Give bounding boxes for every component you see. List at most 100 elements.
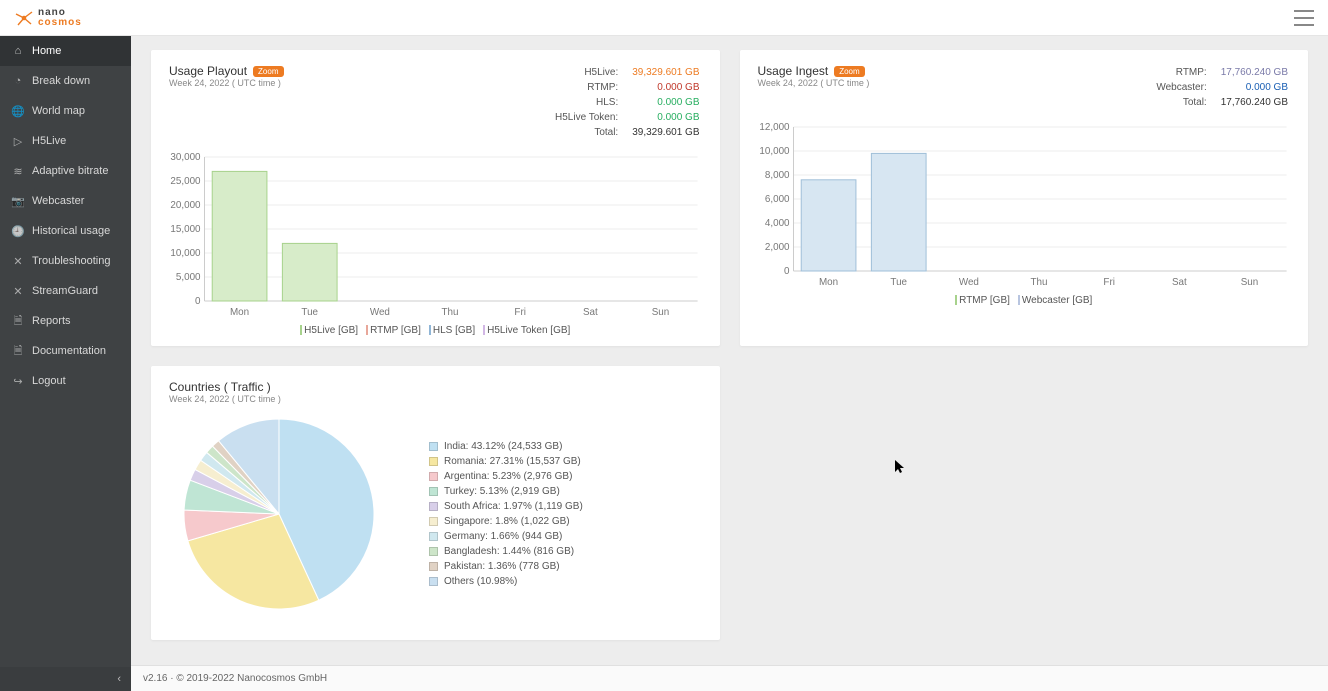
stat-label: H5Live Token: <box>543 111 618 124</box>
svg-text:Mon: Mon <box>230 307 249 318</box>
sidebar-item-world-map[interactable]: 🌐 World map <box>0 96 131 126</box>
pie-legend-item[interactable]: India: 43.12% (24,533 GB) <box>429 441 583 452</box>
sidebar-icon: 🌐 <box>12 105 24 117</box>
legend-item[interactable]: RTMP [GB] <box>366 325 421 336</box>
card-title-ingest: Usage Ingest Zoom <box>758 64 870 78</box>
pie-legend-item[interactable]: Argentina: 5.23% (2,976 GB) <box>429 471 583 482</box>
svg-text:6,000: 6,000 <box>764 194 789 205</box>
svg-text:0: 0 <box>195 296 201 307</box>
sidebar-item-label: Webcaster <box>32 195 84 207</box>
sidebar-item-label: Troubleshooting <box>32 255 110 267</box>
ingest-chart[interactable]: 02,0004,0006,0008,00010,00012,000MonTueW… <box>758 121 1291 291</box>
pie-legend-item[interactable]: Others (10.98%) <box>429 576 583 587</box>
pie-legend-item[interactable]: Romania: 27.31% (15,537 GB) <box>429 456 583 467</box>
svg-text:25,000: 25,000 <box>170 176 201 187</box>
legend-swatch-icon <box>429 577 438 586</box>
legend-label: Turkey: 5.13% (2,919 GB) <box>444 486 560 497</box>
sidebar-icon: ▷ <box>12 135 24 147</box>
card-usage-ingest: Usage Ingest Zoom Week 24, 2022 ( UTC ti… <box>740 50 1309 346</box>
sidebar-item-streamguard[interactable]: ✕StreamGuard <box>0 276 131 306</box>
legend-item[interactable]: H5Live Token [GB] <box>483 325 570 336</box>
sidebar-icon: ◔ <box>12 75 24 87</box>
sidebar-item-label: Adaptive bitrate <box>32 165 108 177</box>
svg-text:Sat: Sat <box>583 307 598 318</box>
sidebar-item-historical-usage[interactable]: 🕘 Historical usage <box>0 216 131 246</box>
sidebar-icon: ⌂ <box>12 45 24 57</box>
sidebar-item-reports[interactable]: 🗎Reports <box>0 306 131 336</box>
svg-text:10,000: 10,000 <box>759 146 790 157</box>
countries-pie-chart[interactable] <box>169 414 389 614</box>
svg-text:8,000: 8,000 <box>764 170 789 181</box>
playout-chart[interactable]: 05,00010,00015,00020,00025,00030,000MonT… <box>169 151 702 321</box>
pie-legend-item[interactable]: South Africa: 1.97% (1,119 GB) <box>429 501 583 512</box>
brand-mark-icon <box>14 8 34 28</box>
svg-text:30,000: 30,000 <box>170 152 201 163</box>
svg-text:Wed: Wed <box>958 277 978 288</box>
sidebar: ⌂ Home ◔Break down 🌐 World map ▷H5Live ≋ Adapti… <box>0 36 131 691</box>
svg-text:5,000: 5,000 <box>176 272 201 283</box>
legend-label: Germany: 1.66% (944 GB) <box>444 531 562 542</box>
sidebar-item-break-down[interactable]: ◔Break down <box>0 66 131 96</box>
stat-value: 0.000 GB <box>620 81 699 94</box>
legend-swatch-icon <box>429 502 438 511</box>
stat-label: Total: <box>1144 96 1206 109</box>
sidebar-icon: 🗎 <box>12 345 24 357</box>
stat-label: Total: <box>543 126 618 139</box>
pie-legend-item[interactable]: Turkey: 5.13% (2,919 GB) <box>429 486 583 497</box>
svg-text:Fri: Fri <box>1103 277 1114 288</box>
sidebar-item-logout[interactable]: ↪Logout <box>0 366 131 396</box>
stat-label: RTMP: <box>543 81 618 94</box>
sidebar-item-home[interactable]: ⌂ Home <box>0 36 131 66</box>
sidebar-item-documentation[interactable]: 🗎 Documentation <box>0 336 131 366</box>
sidebar-item-troubleshooting[interactable]: ✕Troubleshooting <box>0 246 131 276</box>
legend-label: Argentina: 5.23% (2,976 GB) <box>444 471 572 482</box>
card-sub-ingest: Week 24, 2022 ( UTC time ) <box>758 78 870 88</box>
stat-label: H5Live: <box>543 66 618 79</box>
sidebar-item-label: World map <box>32 105 85 117</box>
stat-label: Webcaster: <box>1144 81 1206 94</box>
legend-item[interactable]: RTMP [GB] <box>955 295 1010 306</box>
zoom-badge[interactable]: Zoom <box>253 66 283 77</box>
pie-legend-item[interactable]: Singapore: 1.8% (1,022 GB) <box>429 516 583 527</box>
sidebar-item-webcaster[interactable]: 📷Webcaster <box>0 186 131 216</box>
menu-toggle-icon[interactable] <box>1294 10 1314 26</box>
legend-item[interactable]: H5Live [GB] <box>300 325 358 336</box>
svg-text:2,000: 2,000 <box>764 242 789 253</box>
card-sub-playout: Week 24, 2022 ( UTC time ) <box>169 78 284 88</box>
pie-legend-item[interactable]: Bangladesh: 1.44% (816 GB) <box>429 546 583 557</box>
sidebar-item-label: Historical usage <box>32 225 110 237</box>
svg-text:Sun: Sun <box>1240 277 1258 288</box>
playout-legend: H5Live [GB] RTMP [GB] HLS [GB] H5Live Token… <box>169 325 702 336</box>
svg-text:Sat: Sat <box>1171 277 1186 288</box>
stat-value: 0.000 GB <box>1209 81 1288 94</box>
zoom-badge[interactable]: Zoom <box>834 66 864 77</box>
sidebar-item-h5live[interactable]: ▷H5Live <box>0 126 131 156</box>
sidebar-icon: ✕ <box>12 285 24 297</box>
svg-text:Fri: Fri <box>514 307 525 318</box>
chevron-left-icon: ‹ <box>117 673 121 685</box>
pie-legend-item[interactable]: Germany: 1.66% (944 GB) <box>429 531 583 542</box>
stat-value: 17,760.240 GB <box>1209 66 1288 79</box>
legend-item[interactable]: HLS [GB] <box>429 325 475 336</box>
sidebar-item-label: Home <box>32 45 61 57</box>
svg-text:12,000: 12,000 <box>759 122 790 133</box>
card-title-countries: Countries ( Traffic ) <box>169 380 702 394</box>
legend-item[interactable]: Webcaster [GB] <box>1018 295 1092 306</box>
sidebar-item-adaptive-bitrate[interactable]: ≋ Adaptive bitrate <box>0 156 131 186</box>
sidebar-icon: 🕘 <box>12 225 24 237</box>
svg-text:Tue: Tue <box>301 307 318 318</box>
sidebar-collapse[interactable]: ‹ <box>0 667 131 691</box>
brand-logo[interactable]: nanocosmos <box>14 8 82 28</box>
pie-legend-item[interactable]: Pakistan: 1.36% (778 GB) <box>429 561 583 572</box>
svg-text:20,000: 20,000 <box>170 200 201 211</box>
stat-label: HLS: <box>543 96 618 109</box>
svg-text:Mon: Mon <box>818 277 837 288</box>
card-sub-countries: Week 24, 2022 ( UTC time ) <box>169 394 702 404</box>
legend-swatch-icon <box>429 532 438 541</box>
legend-swatch-icon <box>429 562 438 571</box>
main-content: Usage Playout Zoom Week 24, 2022 ( UTC t… <box>131 36 1328 691</box>
svg-text:0: 0 <box>784 266 790 277</box>
sidebar-item-label: Documentation <box>32 345 106 357</box>
card-usage-playout: Usage Playout Zoom Week 24, 2022 ( UTC t… <box>151 50 720 346</box>
sidebar-icon: ≋ <box>12 165 24 177</box>
